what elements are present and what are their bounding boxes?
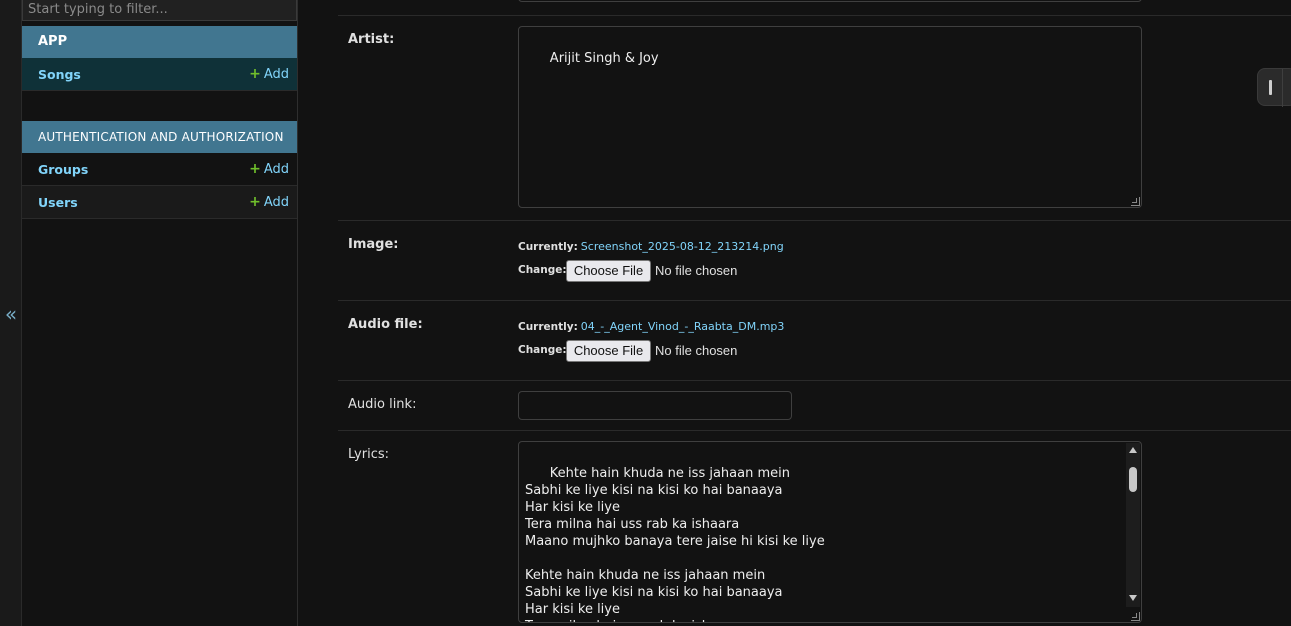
scroll-thumb[interactable] bbox=[1129, 467, 1137, 492]
audio-change-label-wrap: Change: bbox=[518, 343, 567, 356]
image-currently: Currently: Screenshot_2025-08-12_213214.p… bbox=[518, 240, 784, 253]
image-currently-label: Currently: bbox=[518, 241, 578, 253]
image-current-file-link[interactable]: Screenshot_2025-08-12_213214.png bbox=[581, 240, 784, 253]
lyrics-label: Lyrics: bbox=[348, 447, 389, 462]
image-choose-file-button[interactable]: Choose File bbox=[566, 260, 651, 282]
sidebar-toggle-strip: « bbox=[0, 0, 22, 626]
image-change-label-wrap: Change: bbox=[518, 263, 567, 276]
groups-link[interactable]: Groups bbox=[38, 162, 88, 177]
sidebar-item-songs: Songs + Add bbox=[22, 58, 297, 91]
plus-icon: + bbox=[249, 161, 261, 177]
add-label: Add bbox=[263, 195, 289, 210]
resize-grip-icon[interactable] bbox=[1131, 197, 1140, 206]
scroll-down-arrow-icon[interactable] bbox=[1129, 595, 1137, 601]
audio-no-file-text: No file chosen bbox=[655, 343, 738, 358]
handle-bar-icon bbox=[1269, 80, 1272, 95]
image-no-file-text: No file chosen bbox=[655, 263, 738, 278]
audio-currently: Currently: 04_-_Agent_Vinod_-_Raabta_DM.m… bbox=[518, 320, 784, 333]
groups-add-link[interactable]: + Add bbox=[249, 153, 289, 186]
module-caption-auth[interactable]: AUTHENTICATION AND AUTHORIZATION bbox=[22, 121, 297, 153]
artist-label: Artist: bbox=[348, 32, 395, 47]
audio-change-label: Change: bbox=[518, 344, 567, 356]
users-link[interactable]: Users bbox=[38, 195, 78, 210]
floating-side-handle[interactable] bbox=[1257, 68, 1291, 107]
songs-add-link[interactable]: + Add bbox=[249, 58, 289, 91]
sidebar-item-users: Users + Add bbox=[22, 186, 297, 219]
image-label: Image: bbox=[348, 237, 399, 252]
previous-field-textarea[interactable] bbox=[518, 0, 1142, 2]
audio-link-input[interactable] bbox=[518, 391, 792, 420]
add-label: Add bbox=[263, 162, 289, 177]
audio-link-label: Audio link: bbox=[348, 397, 417, 412]
lyrics-scrollbar[interactable] bbox=[1126, 443, 1140, 607]
change-form: Artist: Arijit Singh & Joy Image: Curren… bbox=[298, 0, 1291, 626]
lyrics-textarea[interactable]: Kehte hain khuda ne iss jahaan mein Sabh… bbox=[518, 441, 1142, 623]
scroll-up-arrow-icon[interactable] bbox=[1129, 447, 1137, 453]
sidebar-filter-input[interactable]: Start typing to filter... bbox=[22, 0, 297, 21]
form-row-lyrics: Lyrics: Kehte hain khuda ne iss jahaan m… bbox=[338, 431, 1291, 626]
lyrics-value: Kehte hain khuda ne iss jahaan mein Sabh… bbox=[525, 466, 825, 622]
audio-choose-file-button[interactable]: Choose File bbox=[566, 340, 651, 362]
sidebar-item-groups: Groups + Add bbox=[22, 153, 297, 186]
plus-icon: + bbox=[249, 66, 261, 82]
artist-textarea[interactable]: Arijit Singh & Joy bbox=[518, 26, 1142, 208]
handle-divider bbox=[1282, 69, 1283, 107]
resize-grip-icon[interactable] bbox=[1131, 612, 1140, 621]
form-row-artist: Artist: Arijit Singh & Joy bbox=[338, 16, 1291, 221]
form-row-audio-link: Audio link: bbox=[338, 381, 1291, 431]
audio-currently-label: Currently: bbox=[518, 321, 578, 333]
users-add-link[interactable]: + Add bbox=[249, 186, 289, 219]
add-label: Add bbox=[263, 67, 289, 82]
collapse-sidebar-icon[interactable]: « bbox=[0, 302, 22, 326]
audio-file-label: Audio file: bbox=[348, 317, 423, 332]
audio-current-file-link[interactable]: 04_-_Agent_Vinod_-_Raabta_DM.mp3 bbox=[581, 320, 785, 333]
plus-icon: + bbox=[249, 194, 261, 210]
module-caption-app[interactable]: APP bbox=[22, 26, 297, 58]
songs-link[interactable]: Songs bbox=[38, 67, 81, 82]
form-row-image: Image: Currently: Screenshot_2025-08-12_2… bbox=[338, 221, 1291, 301]
form-row-audio-file: Audio file: Currently: 04_-_Agent_Vinod_-… bbox=[338, 301, 1291, 381]
image-change-label: Change: bbox=[518, 264, 567, 276]
artist-value: Arijit Singh & Joy bbox=[549, 51, 659, 66]
form-row-previous bbox=[338, 0, 1291, 16]
app-sidebar: Start typing to filter... APP Songs + Add… bbox=[22, 0, 298, 626]
